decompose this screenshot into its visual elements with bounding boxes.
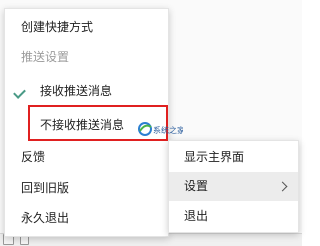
tray-menu: 显示主界面 设置 退出 xyxy=(168,140,299,233)
menu-item-label: 显示主界面 xyxy=(184,150,245,164)
menu-item-label: 设置 xyxy=(184,179,209,193)
menu-item-show-main-window[interactable]: 显示主界面 xyxy=(169,143,298,172)
menu-item-back-to-old-version[interactable]: 回到旧版 xyxy=(5,174,168,203)
menu-item-label: 反馈 xyxy=(21,150,46,164)
chevron-right-icon xyxy=(277,181,288,192)
menu-item-label: 回到旧版 xyxy=(21,181,70,195)
watermark-text: 系统之家 xyxy=(153,125,183,135)
watermark-logo: 系统之家 xyxy=(137,121,185,138)
menu-item-label: 接收推送消息 xyxy=(40,84,113,98)
menu-item-settings[interactable]: 设置 xyxy=(169,172,298,201)
menu-item-receive-push[interactable]: 接收推送消息 xyxy=(5,77,168,106)
menu-item-label: 创建快捷方式 xyxy=(21,20,94,34)
menu-item-feedback[interactable]: 反馈 xyxy=(5,143,168,172)
menu-section-label: 推送设置 xyxy=(21,50,70,64)
menu-item-exit-permanently[interactable]: 永久退出 xyxy=(5,204,168,233)
menu-item-label: 退出 xyxy=(184,209,209,223)
checkmark-icon xyxy=(13,86,26,99)
watermark-logo-icon: 系统之家 xyxy=(138,122,185,136)
menu-item-create-shortcut[interactable]: 创建快捷方式 xyxy=(5,13,168,42)
menu-item-exit[interactable]: 退出 xyxy=(169,202,298,231)
menu-section-push-settings: 推送设置 xyxy=(5,43,168,72)
menu-item-label: 永久退出 xyxy=(21,211,70,225)
